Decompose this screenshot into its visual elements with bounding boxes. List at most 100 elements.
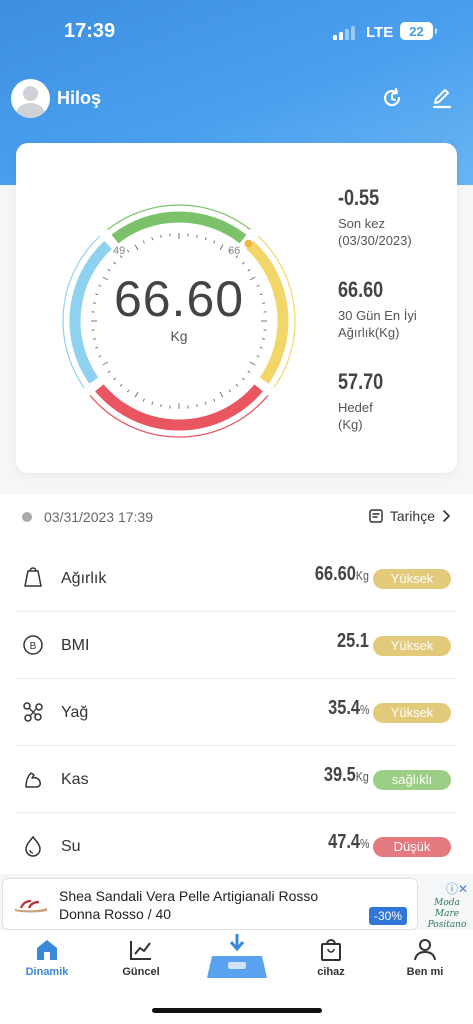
stat-best-weight: 66.60 30 Gün En İyi Ağırlık(Kg) (338, 277, 417, 341)
metric-row-water[interactable]: Su 47.4% Düşük (16, 813, 457, 880)
signal-icon (333, 26, 355, 40)
stat-value: 57.70 (338, 369, 384, 394)
stat-label: Son kez (338, 216, 385, 231)
home-icon (37, 940, 57, 960)
measurement-datetime: 03/31/2023 17:39 (44, 509, 153, 525)
gauge-tick (196, 404, 198, 408)
gauge-tick (235, 383, 239, 387)
sandal-image (15, 899, 47, 913)
gauge-marker (244, 239, 253, 248)
history-button[interactable]: Tarihçe (368, 508, 451, 524)
history-icon (369, 509, 383, 523)
gauge-tick (119, 383, 123, 387)
gauge-tick (213, 398, 216, 402)
water-drop-icon (25, 835, 41, 857)
ad-title: Shea Sandali Vera Pelle Artigianali Ross… (59, 888, 319, 922)
ad-brand-line: Positano (427, 920, 467, 930)
metric-label: Kas (61, 771, 89, 788)
metric-value: 35.4% (327, 697, 369, 719)
gauge-tick (249, 361, 256, 366)
person-icon (414, 939, 436, 961)
gauge-range-low: 49 (113, 245, 126, 257)
stat-label: 30 Gün En İyi (338, 308, 417, 323)
gauge-tick (219, 244, 224, 251)
scale-icon (207, 934, 267, 978)
stat-value: -0.55 (338, 185, 380, 210)
tab-ben-mi[interactable]: Ben mi (390, 938, 460, 978)
status-badge: Yüksek (373, 636, 451, 656)
stat-label: (03/30/2023) (338, 233, 412, 248)
gauge-tick (113, 377, 117, 381)
status-time: 17:39 (64, 20, 116, 42)
tab-label: Ben mi (406, 966, 444, 978)
tab-dinamik[interactable]: Dinamik (12, 938, 82, 978)
status-badge: Yüksek (373, 703, 451, 723)
gauge-tick (213, 240, 216, 244)
gauge-tick (160, 234, 162, 238)
gauge-tick (126, 389, 130, 393)
gauge-tick (107, 370, 111, 374)
metric-row-fat[interactable]: Yağ 35.4% Yüksek (16, 679, 457, 746)
fat-icon (23, 702, 43, 722)
gauge-tick (247, 370, 251, 374)
gauge-tick (196, 234, 198, 238)
measurement-date: 03/31/2023 17:39 (22, 509, 153, 525)
gauge-tick (102, 361, 109, 366)
metric-row-bmi[interactable]: B BMI 25.1 Yüksek (16, 612, 457, 679)
user-profile[interactable]: Hiloş (11, 79, 101, 118)
metric-row-muscle[interactable]: Kas 39.5Kg sağlıklı (16, 746, 457, 813)
status-badge: sağlıklı (373, 770, 451, 790)
stat-label: Ağırlık(Kg) (338, 325, 400, 340)
stat-label: (Kg) (338, 417, 363, 432)
tab-cihaz[interactable]: cihaz (296, 938, 366, 978)
status-bar: 17:39 LTE 22 (0, 0, 473, 64)
ad-banner[interactable]: Shea Sandali Vera Pelle Artigianali Ross… (2, 878, 418, 930)
metric-row-weight[interactable]: Ağırlık 66.60Kg Yüksek (16, 545, 457, 612)
gauge-tick (241, 377, 245, 381)
stat-target: 57.70 Hedef (Kg) (338, 369, 393, 433)
metric-label: Yağ (61, 704, 89, 721)
gauge-tick (228, 389, 232, 393)
ad-brand-logo[interactable]: ⓘ✕ Moda Mare Positano (420, 880, 472, 930)
refresh-icon[interactable] (380, 86, 404, 110)
tab-scale[interactable] (202, 932, 272, 984)
tab-label: Dinamik (25, 966, 69, 978)
gauge-unit: Kg (170, 328, 188, 344)
gauge-tick (151, 237, 154, 241)
gauge-tick (259, 346, 263, 349)
metric-value: 25.1 (337, 630, 369, 652)
gauge-tick (95, 346, 99, 349)
tab-label: Güncel (122, 966, 160, 978)
user-name: Hiloş (57, 88, 102, 108)
gauge-tick (142, 240, 145, 244)
metric-label: Ağırlık (61, 570, 107, 587)
muscle-icon (25, 772, 41, 788)
metric-value: 66.60Kg (314, 563, 369, 585)
metric-label: BMI (61, 637, 90, 654)
metric-value: 47.4% (327, 831, 369, 853)
svg-text:B: B (30, 641, 37, 652)
stat-label: Hedef (338, 400, 373, 415)
ad-discount: -30% (368, 907, 407, 925)
gauge-tick (219, 391, 224, 398)
gauge-tick (113, 261, 117, 265)
weight-icon (24, 567, 42, 587)
metric-value: 39.5Kg (324, 764, 369, 786)
gauge-tick (204, 237, 207, 241)
gauge-range-high: 66 (228, 245, 241, 257)
gauge-tick (98, 355, 102, 358)
gauge-tick (126, 249, 130, 253)
clock-icon (22, 512, 32, 522)
weight-summary-card: 66.60 Kg 49 66 -0.55 Son kez (03/30/2023)… (16, 143, 457, 473)
battery-icon: 22 (400, 22, 437, 40)
bag-icon (321, 939, 341, 961)
edit-icon[interactable] (430, 86, 454, 110)
ad-close-icon[interactable]: ⓘ✕ (446, 880, 468, 897)
chart-icon (130, 941, 151, 960)
tab-guncel[interactable]: Güncel (106, 938, 176, 978)
avatar[interactable] (11, 79, 50, 118)
network-label: LTE (366, 24, 394, 41)
stat-value: 66.60 (338, 277, 384, 302)
gauge-tick (204, 401, 207, 405)
gauge-tick (256, 355, 260, 358)
